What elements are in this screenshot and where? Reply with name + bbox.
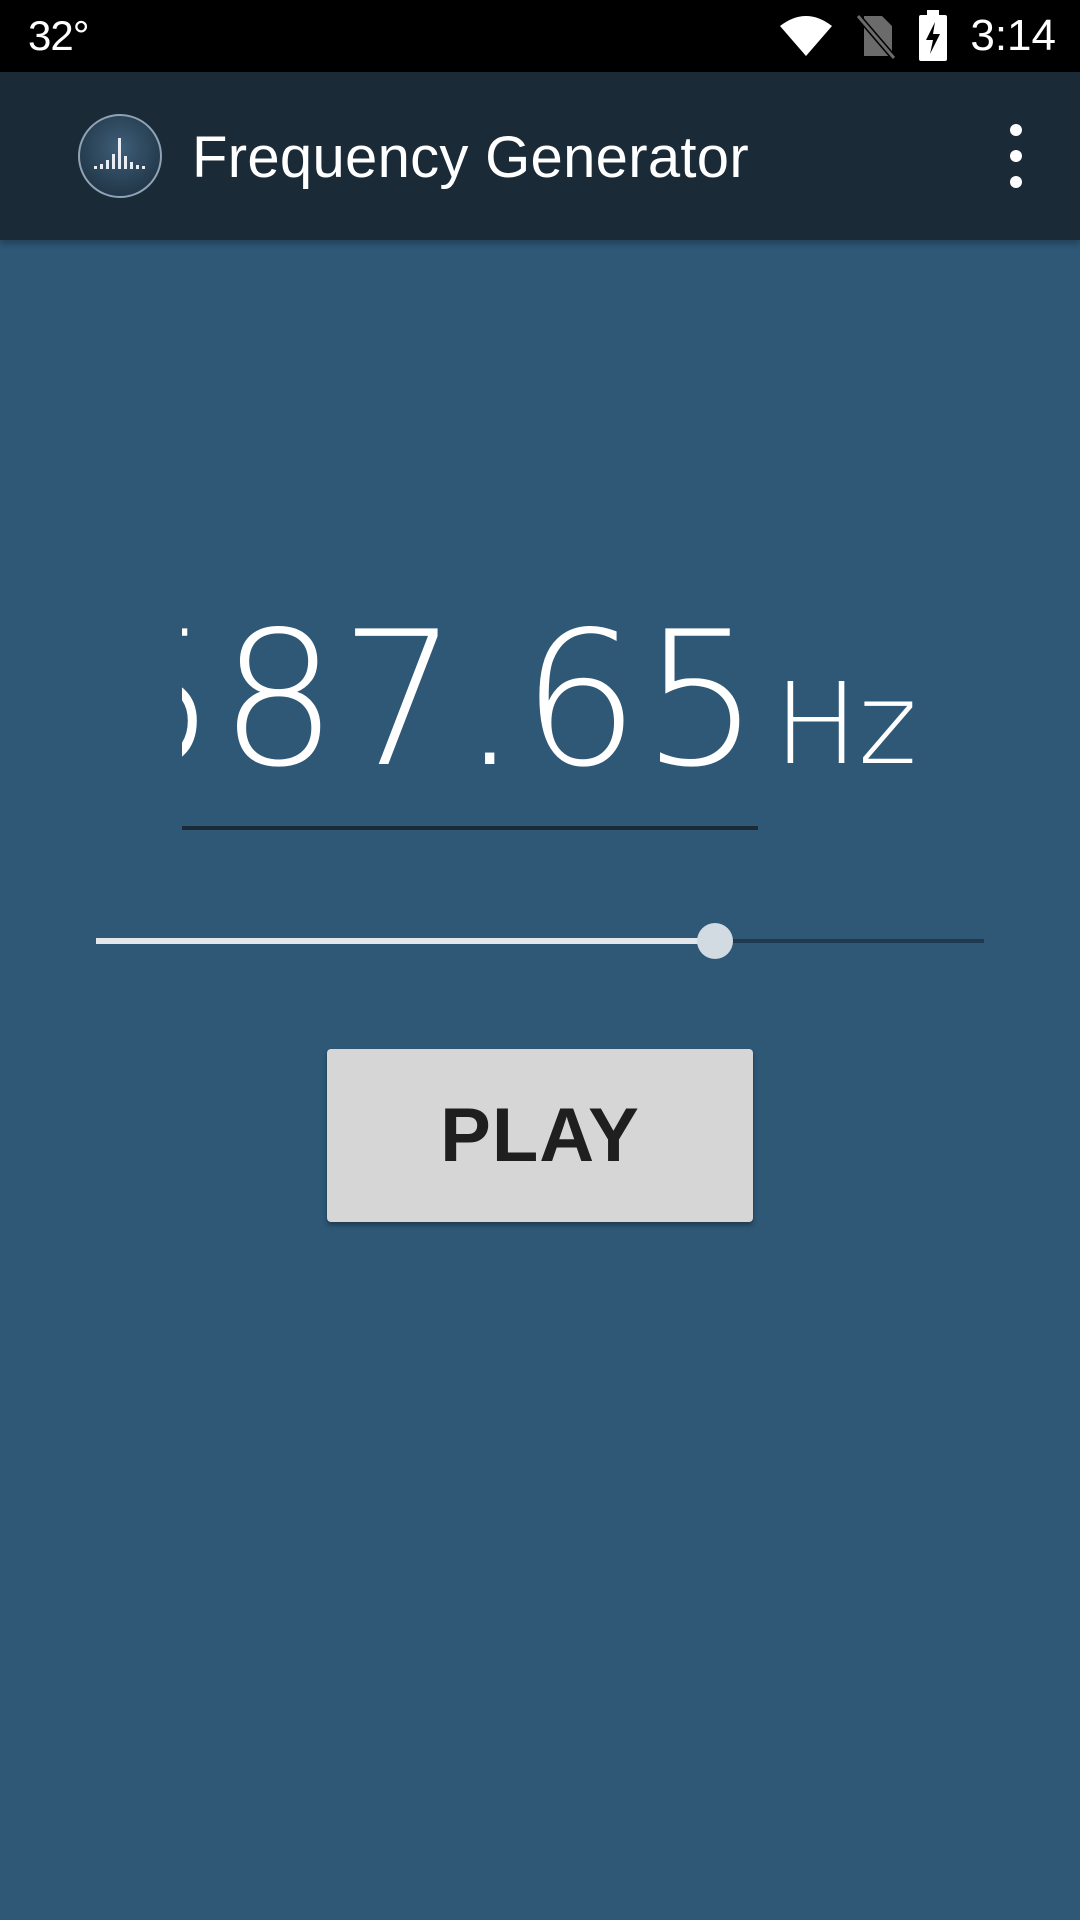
status-bar: 32° 3:14 xyxy=(0,0,1080,72)
slider-fill xyxy=(96,938,715,944)
battery-charging-icon xyxy=(919,10,948,61)
overflow-menu-icon[interactable] xyxy=(988,124,1044,188)
app-title: Frequency Generator xyxy=(192,125,749,190)
frequency-input-underline xyxy=(182,826,758,830)
frequency-input[interactable]: 6587.65 xyxy=(182,600,762,800)
frequency-value: 6587.65 xyxy=(182,600,762,800)
menu-dot xyxy=(1010,124,1022,136)
frequency-unit: Hz xyxy=(774,660,918,790)
status-icons: 3:14 xyxy=(778,0,1056,72)
spectrum-logo-icon xyxy=(78,114,162,198)
menu-dot xyxy=(1010,176,1022,188)
app-bar: Frequency Generator xyxy=(0,72,1080,240)
wifi-icon xyxy=(780,16,833,56)
status-time: 3:14 xyxy=(970,11,1056,60)
status-temperature: 32° xyxy=(28,12,90,59)
spectrum-bars-icon xyxy=(94,138,145,169)
frequency-slider[interactable] xyxy=(96,916,984,966)
no-sim-icon xyxy=(856,14,897,60)
play-button[interactable]: PLAY xyxy=(327,1049,753,1222)
slider-thumb[interactable] xyxy=(697,923,733,959)
menu-dot xyxy=(1010,150,1022,162)
